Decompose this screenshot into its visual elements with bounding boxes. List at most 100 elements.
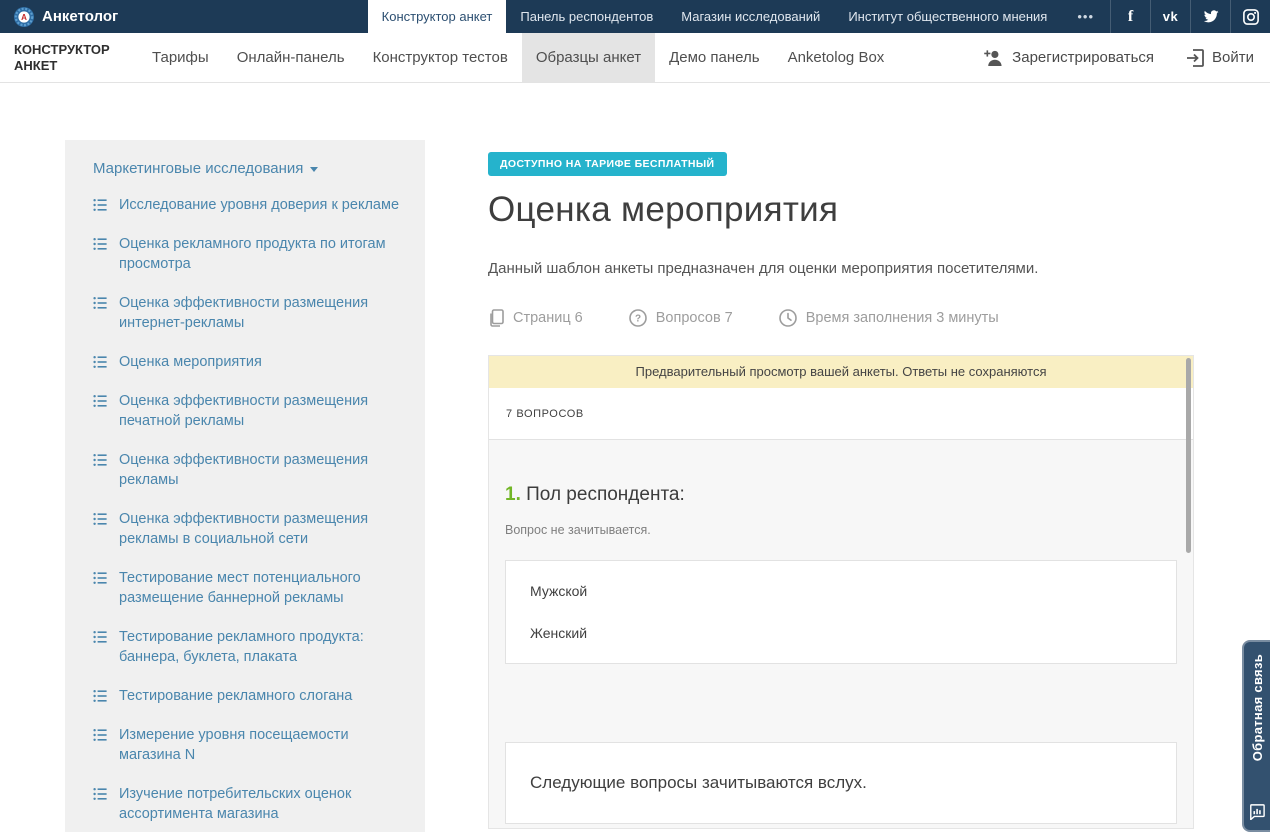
register-button[interactable]: Зарегистрироваться [984,49,1154,66]
option-female[interactable]: Женский [530,625,1152,641]
tariff-badge: ДОСТУПНО НА ТАРИФЕ БЕСПЛАТНЫЙ [488,152,727,176]
sidebar-item-ad-efficiency[interactable]: Оценка эффективности размещения рекламы [93,450,401,490]
meta-pages: Страниц 6 [488,309,583,327]
sidebar-item-assortment-evaluation[interactable]: Изучение потребительских оценок ассортим… [93,784,401,824]
sidebar-item-label: Исследование уровня доверия к рекламе [119,195,399,215]
sidebar-item-trust-research[interactable]: Исследование уровня доверия к рекламе [93,195,401,215]
sidebar: Маркетинговые исследования Исследование … [65,140,425,832]
facebook-link[interactable]: f [1110,0,1150,33]
feedback-chart-bubble-icon [1249,804,1265,820]
facebook-icon: f [1128,8,1133,26]
feedback-label: Обратная связь [1250,654,1265,761]
list-icon [93,787,107,801]
svg-text:?: ? [635,314,641,325]
survey-preview-panel: Предварительный просмотр вашей анкеты. О… [488,355,1194,829]
nav-link-anketolog-box[interactable]: Anketolog Box [774,33,899,82]
sidebar-item-label: Оценка эффективности размещения интернет… [119,293,401,333]
sidebar-item-ad-product-testing[interactable]: Тестирование рекламного продукта: баннер… [93,627,401,667]
category-dropdown[interactable]: Маркетинговые исследования [93,160,401,177]
nav-link-test-constructor[interactable]: Конструктор тестов [359,33,522,82]
pages-icon [488,309,504,327]
nav-link-tariffs[interactable]: Тарифы [138,33,223,82]
nav-link-online-panel[interactable]: Онлайн-панель [223,33,359,82]
list-icon [93,296,107,310]
topbar: А Анкетолог Конструктор анкет Панель рес… [0,0,1270,33]
question-title: 1. Пол респондента: [505,484,1177,506]
question-note: Вопрос не зачитывается. [505,523,1177,537]
social-links: f vk [1110,0,1270,33]
sidebar-item-label: Тестирование рекламного продукта: баннер… [119,627,401,667]
nav-links: Тарифы Онлайн-панель Конструктор тестов … [138,33,898,82]
question-count: 7 ВОПРОСОВ [489,388,1193,440]
meta-questions-label: Вопросов 7 [656,310,733,326]
sidebar-item-label: Оценка эффективности размещения печатной… [119,391,401,431]
instagram-icon [1243,9,1259,25]
meta-time-label: Время заполнения 3 минуты [806,310,999,326]
sidebar-item-print-ad-efficiency[interactable]: Оценка эффективности размещения печатной… [93,391,401,431]
logo-line2: АНКЕТ [14,58,126,74]
more-menu-icon[interactable]: ••• [1061,0,1110,33]
preview-body: 1. Пол респондента: Вопрос не зачитывает… [489,440,1193,824]
sidebar-item-internet-ad-efficiency[interactable]: Оценка эффективности размещения интернет… [93,293,401,333]
twitter-link[interactable] [1190,0,1230,33]
constructor-logo[interactable]: КОНСТРУКТОР АНКЕТ [14,33,126,82]
top-tab-research-store[interactable]: Магазин исследований [667,0,834,33]
vk-link[interactable]: vk [1150,0,1190,33]
sidebar-item-banner-placement-testing[interactable]: Тестирование мест потенциального размеще… [93,568,401,608]
list-icon [93,512,107,526]
login-label: Войти [1212,49,1254,66]
sidebar-item-label: Тестирование рекламного слогана [119,686,352,706]
sidebar-item-label: Оценка рекламного продукта по итогам про… [119,234,401,274]
list-icon [93,728,107,742]
top-tabs: Конструктор анкет Панель респондентов Ма… [368,0,1062,33]
list-icon [93,453,107,467]
top-tab-opinion-institute[interactable]: Институт общественного мнения [834,0,1061,33]
brand[interactable]: А Анкетолог [0,0,118,33]
sidebar-item-label: Оценка эффективности размещения рекламы … [119,509,401,549]
login-icon [1186,49,1204,67]
sidebar-item-label: Оценка эффективности размещения рекламы [119,450,401,490]
sidebar-item-label: Оценка мероприятия [119,352,262,372]
sidebar-item-store-traffic[interactable]: Измерение уровня посещаемости магазина N [93,725,401,765]
sidebar-item-ad-product-review[interactable]: Оценка рекламного продукта по итогам про… [93,234,401,274]
page-description: Данный шаблон анкеты предназначен для оц… [488,260,1194,277]
navbar: КОНСТРУКТОР АНКЕТ Тарифы Онлайн-панель К… [0,33,1270,83]
nav-link-demo-panel[interactable]: Демо панель [655,33,773,82]
meta-time: Время заполнения 3 минуты [779,309,999,327]
question-text: Пол респондента: [526,484,685,505]
nav-link-survey-samples[interactable]: Образцы анкет [522,33,655,82]
sidebar-item-slogan-testing[interactable]: Тестирование рекламного слогана [93,686,401,706]
list-icon [93,689,107,703]
page-title: Оценка мероприятия [488,190,1194,230]
list-icon [93,198,107,212]
list-icon [93,237,107,251]
option-male[interactable]: Мужской [530,583,1152,599]
answer-options-box: Мужской Женский [505,560,1177,664]
survey-meta: Страниц 6 ? Вопросов 7 Время заполнения … [488,309,1194,327]
feedback-tab[interactable]: Обратная связь [1242,640,1270,832]
list-icon [93,355,107,369]
meta-pages-label: Страниц 6 [513,310,583,326]
instagram-link[interactable] [1230,0,1270,33]
sidebar-item-social-ad-efficiency[interactable]: Оценка эффективности размещения рекламы … [93,509,401,549]
register-label: Зарегистрироваться [1012,49,1154,66]
sidebar-item-label: Измерение уровня посещаемости магазина N [119,725,401,765]
twitter-icon [1203,10,1219,24]
chevron-down-icon [310,167,318,172]
preview-scrollbar[interactable] [1186,358,1191,553]
sidebar-item-label: Тестирование мест потенциального размеще… [119,568,401,608]
sidebar-item-event-evaluation[interactable]: Оценка мероприятия [93,352,401,372]
top-tab-respondent-panel[interactable]: Панель респондентов [506,0,667,33]
brand-name: Анкетолог [42,8,118,25]
vk-icon: vk [1163,9,1178,24]
login-button[interactable]: Войти [1186,49,1254,67]
statement-box: Следующие вопросы зачитываются вслух. [505,742,1177,824]
question-icon: ? [629,309,647,327]
meta-questions: ? Вопросов 7 [629,309,733,327]
question-number: 1. [505,484,521,505]
sidebar-item-label: Изучение потребительских оценок ассортим… [119,784,401,824]
list-icon [93,571,107,585]
add-user-icon [984,50,1004,66]
main-content: ДОСТУПНО НА ТАРИФЕ БЕСПЛАТНЫЙ Оценка мер… [488,152,1194,829]
top-tab-constructor[interactable]: Конструктор анкет [368,0,507,33]
